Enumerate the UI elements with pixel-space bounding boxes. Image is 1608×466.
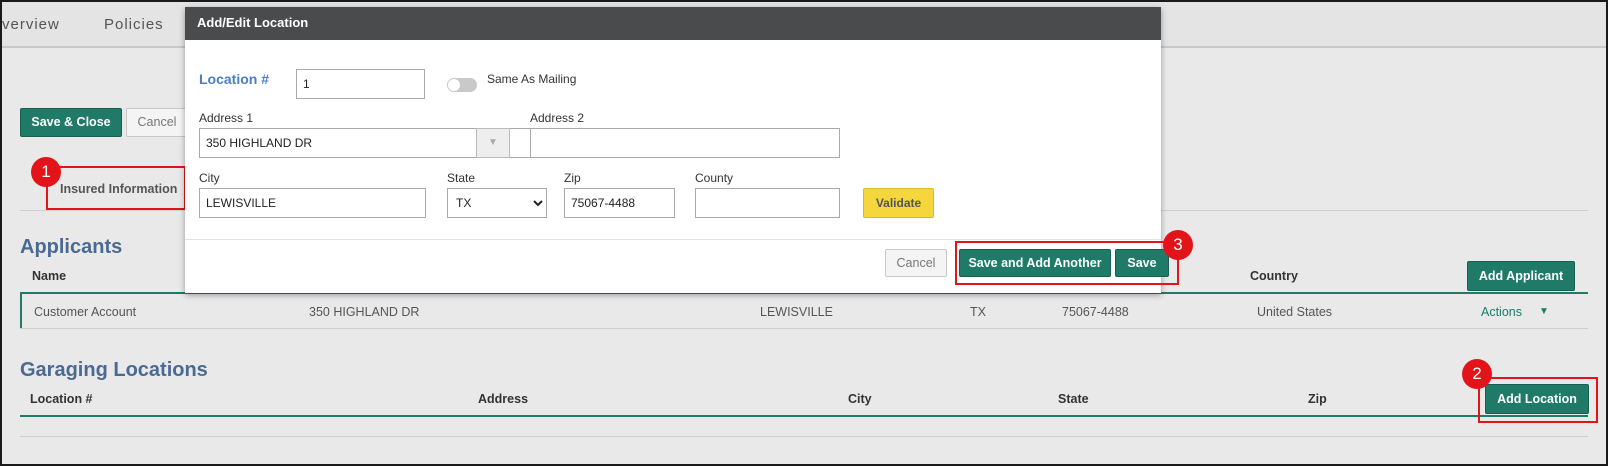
tab-overview[interactable]: verview xyxy=(2,16,60,33)
actions-menu[interactable]: Actions xyxy=(1481,305,1522,319)
save-close-button[interactable]: Save & Close xyxy=(20,108,122,137)
city-input[interactable] xyxy=(199,188,426,218)
annotation-box-2 xyxy=(1478,377,1598,423)
chevron-down-icon[interactable]: ▼ xyxy=(1539,306,1549,317)
applicant-state: TX xyxy=(970,305,986,319)
table-row[interactable]: Customer Account 350 HIGHLAND DR LEWISVI… xyxy=(20,294,1588,328)
state-label: State xyxy=(447,171,476,185)
address2-label: Address 2 xyxy=(530,111,585,125)
same-as-mailing-label: Same As Mailing xyxy=(487,72,577,86)
address1-label: Address 1 xyxy=(199,111,254,125)
state-select[interactable]: TX xyxy=(447,188,547,218)
garaging-title: Garaging Locations xyxy=(20,359,208,381)
applicants-title: Applicants xyxy=(20,236,123,258)
applicant-address: 350 HIGHLAND DR xyxy=(309,305,420,319)
location-number-input[interactable] xyxy=(296,69,425,99)
annotation-badge-2: 2 xyxy=(1462,359,1492,389)
garaging-header-state: State xyxy=(1058,392,1089,406)
page-cancel-button[interactable]: Cancel xyxy=(126,108,188,137)
annotation-badge-1: 1 xyxy=(31,157,61,187)
add-applicant-button[interactable]: Add Applicant xyxy=(1467,261,1575,291)
county-label: County xyxy=(695,171,734,185)
dialog-title: Add/Edit Location xyxy=(185,7,1161,40)
annotation-box-3 xyxy=(955,241,1179,285)
county-input[interactable] xyxy=(695,188,840,218)
applicant-country: United States xyxy=(1257,305,1333,319)
garaging-header-zip: Zip xyxy=(1308,392,1327,406)
applicants-header-country: Country xyxy=(1250,269,1298,283)
annotation-box-1 xyxy=(46,166,186,210)
same-as-mailing-toggle[interactable] xyxy=(447,78,477,92)
zip-input[interactable] xyxy=(564,188,675,218)
applicants-header-name: Name xyxy=(32,269,67,283)
garaging-header-city: City xyxy=(848,392,872,406)
garaging-header-location: Location # xyxy=(30,392,93,406)
location-number-label: Location # xyxy=(199,71,270,87)
annotation-badge-3: 3 xyxy=(1163,230,1193,260)
app-window: verview Policies Save & Close Cancel Ins… xyxy=(0,0,1608,466)
dialog-cancel-button[interactable]: Cancel xyxy=(885,249,947,277)
applicants-row-divider xyxy=(20,328,1588,329)
applicant-city: LEWISVILLE xyxy=(760,305,833,319)
toggle-knob xyxy=(448,79,460,91)
validate-button[interactable]: Validate xyxy=(863,188,934,218)
garaging-bottom-divider xyxy=(20,436,1588,437)
garaging-header-line xyxy=(20,415,1588,417)
dialog-footer-divider xyxy=(185,239,1161,240)
zip-label: Zip xyxy=(564,171,581,185)
applicant-zip: 75067-4488 xyxy=(1062,305,1129,319)
chevron-down-icon[interactable]: ▼ xyxy=(476,128,510,158)
address2-input[interactable] xyxy=(530,128,840,158)
applicant-name: Customer Account xyxy=(34,305,137,319)
garaging-header-address: Address xyxy=(478,392,529,406)
city-label: City xyxy=(199,171,220,185)
tab-policies[interactable]: Policies xyxy=(104,16,164,33)
